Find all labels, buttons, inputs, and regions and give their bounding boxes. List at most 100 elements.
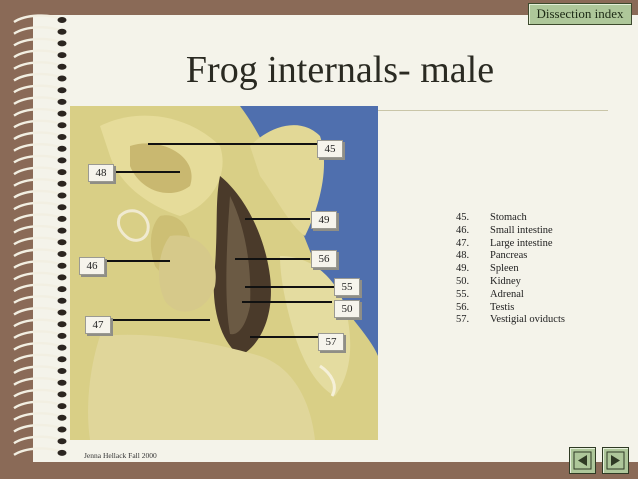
spiral-coil xyxy=(13,61,61,70)
organ-legend: 45. Stomach 46. Small intestine 47. Large i… xyxy=(456,212,565,327)
spiral-hole xyxy=(57,251,67,257)
spiral-hole xyxy=(57,134,67,140)
legend-item: 50. Kidney xyxy=(456,275,521,287)
spiral-hole xyxy=(57,438,67,445)
spiral-coil xyxy=(13,271,61,281)
forward-button[interactable] xyxy=(602,447,629,474)
callout-49: 49 xyxy=(311,211,337,229)
spiral-hole xyxy=(57,17,67,23)
spiral-hole xyxy=(57,297,67,304)
spiral-coil xyxy=(13,213,61,222)
spiral-coil xyxy=(13,131,61,141)
spiral-hole xyxy=(57,356,67,363)
callout-56: 56 xyxy=(311,250,337,268)
spiral-hole xyxy=(57,204,67,211)
spiral-hole xyxy=(57,110,67,117)
spiral-coil xyxy=(13,166,61,176)
spiral-hole xyxy=(57,227,67,234)
spiral-hole xyxy=(57,379,67,386)
spiral-hole xyxy=(57,87,67,94)
legend-item: 47. Large intestine xyxy=(456,237,553,249)
legend-item: 46. Small intestine xyxy=(456,224,553,236)
spiral-hole xyxy=(57,98,67,105)
spiral-hole xyxy=(57,344,67,351)
back-arrow-icon xyxy=(573,451,592,470)
spiral-coil xyxy=(13,318,61,328)
spiral-hole xyxy=(57,239,67,246)
spiral-coil xyxy=(13,353,61,363)
spiral-hole xyxy=(57,75,67,82)
spiral-coil xyxy=(13,423,61,433)
spiral-hole xyxy=(57,262,67,269)
legend-item: 55. Adrenal xyxy=(456,288,524,300)
spiral-coil xyxy=(13,248,61,258)
spiral-hole xyxy=(57,332,67,339)
callout-45: 45 xyxy=(317,140,343,158)
spiral-hole xyxy=(57,309,67,316)
spiral-coil xyxy=(13,435,61,445)
callout-50: 50 xyxy=(334,300,360,318)
spiral-coil xyxy=(13,26,61,35)
spiral-hole xyxy=(57,122,67,129)
spiral-hole xyxy=(57,414,67,421)
spiral-coil xyxy=(13,178,61,187)
spiral-coil xyxy=(13,365,61,375)
spiral-hole xyxy=(57,192,67,199)
spiral-coil xyxy=(13,236,61,246)
spiral-hole xyxy=(57,449,67,456)
spiral-hole xyxy=(57,145,67,152)
legend-item: 48. Pancreas xyxy=(456,250,528,262)
spiral-coil xyxy=(13,108,61,117)
spiral-hole xyxy=(57,391,67,398)
callout-55: 55 xyxy=(334,278,360,296)
slide-title: Frog internals- male xyxy=(185,49,495,91)
legend-item: 49. Spleen xyxy=(456,263,519,275)
spiral-coil xyxy=(13,84,61,94)
spiral-coil xyxy=(13,37,61,47)
spiral-hole xyxy=(57,403,67,410)
spiral-hole xyxy=(57,28,67,35)
spiral-hole xyxy=(57,426,67,433)
callout-48: 48 xyxy=(88,164,114,182)
spiral-coil xyxy=(13,143,61,152)
forward-arrow-icon xyxy=(606,451,625,470)
spiral-coil xyxy=(13,72,61,82)
spiral-coil xyxy=(13,400,61,410)
spiral-coil xyxy=(13,330,61,339)
spiral-hole xyxy=(57,63,67,70)
back-button[interactable] xyxy=(569,447,596,474)
callout-46: 46 xyxy=(79,257,105,275)
spiral-hole xyxy=(57,215,67,222)
legend-item: 57. Vestigial oviducts xyxy=(456,314,565,326)
spiral-hole xyxy=(57,321,67,328)
spiral-hole xyxy=(57,40,67,47)
spiral-hole xyxy=(57,157,67,164)
spiral-coil xyxy=(13,96,61,105)
author-credit: Jenna Hellack Fall 2000 xyxy=(84,451,157,460)
spiral-coil xyxy=(13,260,61,269)
legend-item: 45. Stomach xyxy=(456,212,527,223)
spiral-hole xyxy=(57,286,67,293)
callout-47: 47 xyxy=(85,316,111,334)
spiral-coil xyxy=(13,306,61,316)
spiral-coil xyxy=(13,201,61,211)
spiral-coil xyxy=(13,295,61,304)
spiral-coil xyxy=(13,14,61,24)
spiral-hole xyxy=(57,169,67,176)
spiral-coil xyxy=(13,388,61,398)
spiral-coil xyxy=(13,342,61,351)
legend-item: 56. Testis xyxy=(456,301,515,313)
spiral-binding xyxy=(13,14,67,456)
spiral-coil xyxy=(13,154,61,164)
dissection-index-button[interactable]: Dissection index xyxy=(528,3,632,25)
spiral-coil xyxy=(13,283,61,293)
spiral-coil xyxy=(13,225,61,234)
callout-57: 57 xyxy=(318,333,344,351)
spiral-hole xyxy=(57,368,67,374)
spiral-hole xyxy=(57,180,67,187)
spiral-coil xyxy=(13,119,61,129)
spiral-hole xyxy=(57,52,67,59)
spiral-coil xyxy=(13,49,61,59)
spiral-coil xyxy=(13,447,61,456)
spiral-coil xyxy=(13,412,61,421)
